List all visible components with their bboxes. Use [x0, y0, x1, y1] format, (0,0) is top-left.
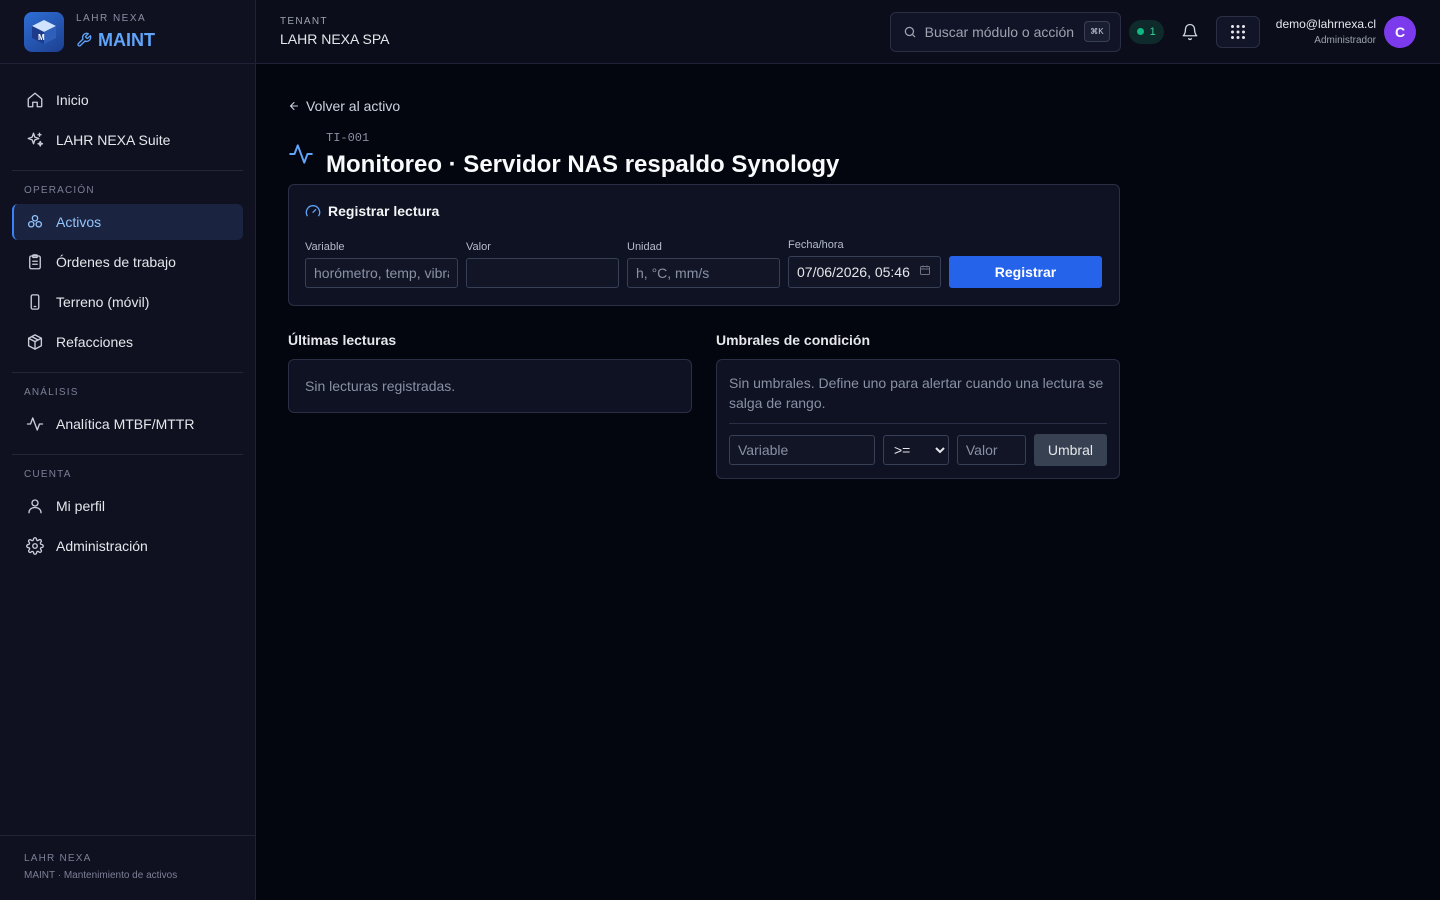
sidebar-footer: LAHR NEXA MAINT · Mantenimiento de activ…: [0, 835, 255, 900]
wrench-icon: [77, 32, 92, 47]
user-icon: [28, 499, 42, 514]
footer-title: LAHR NEXA: [24, 853, 92, 864]
unit-label: Unidad: [627, 241, 662, 253]
sidebar-item-inicio[interactable]: Inicio: [12, 82, 243, 118]
brand-logo: M: [24, 11, 64, 52]
footer-subtitle: MAINT · Mantenimiento de activos: [24, 870, 178, 881]
section-title: Umbrales de condición: [716, 332, 871, 348]
tenant-info: TENANT LAHR NEXA SPA: [280, 16, 389, 47]
sidebar-item-label: LAHR NEXA Suite: [56, 132, 171, 148]
sidebar-item-label: Refacciones: [56, 334, 134, 350]
status-badge[interactable]: 1: [1128, 19, 1164, 44]
asset-code: TI-001: [326, 131, 370, 145]
sidebar-item-activos[interactable]: Activos: [12, 204, 243, 240]
gauge-icon: [305, 205, 321, 217]
thresholds-card: Sin umbrales. Define uno para alertar cu…: [716, 359, 1120, 479]
divider: [729, 423, 1107, 424]
section-title: Últimas lecturas: [288, 332, 397, 348]
empty-message: Sin lecturas registradas.: [305, 378, 456, 394]
search-box[interactable]: Buscar módulo o acción ⌘K: [889, 11, 1121, 52]
unit-input[interactable]: [627, 258, 780, 288]
page-header: TI-001 Monitoreo · Servidor NAS respaldo…: [288, 131, 1120, 179]
register-reading-card: Registrar lectura Variable Valor Unidad …: [288, 184, 1120, 306]
threshold-form: >= Umbral: [729, 434, 1107, 466]
variable-input[interactable]: [305, 258, 458, 288]
user-email: demo@lahrnexa.cl: [1275, 17, 1376, 31]
user-role: Administrador: [1314, 35, 1376, 46]
sidebar-item-label: Inicio: [56, 92, 89, 108]
user-menu[interactable]: demo@lahrnexa.cl Administrador C: [1275, 15, 1416, 48]
brand-name: MAINT: [98, 29, 155, 50]
divider: [12, 372, 243, 373]
divider: [12, 454, 243, 455]
status-count: 1: [1149, 25, 1156, 38]
tenant-name: LAHR NEXA SPA: [280, 31, 390, 47]
bell-icon: [1182, 23, 1198, 40]
section-title-cuenta: CUENTA: [24, 469, 72, 480]
assets-icon: [27, 214, 43, 228]
avatar[interactable]: C: [1384, 15, 1416, 48]
section-title-analisis: ANÁLISIS: [24, 387, 79, 398]
sidebar-item-administracion[interactable]: Administración: [12, 528, 243, 564]
sidebar-item-label: Mi perfil: [56, 498, 106, 514]
mobile-icon: [30, 294, 40, 310]
apps-button[interactable]: [1215, 15, 1260, 48]
sidebar-item-perfil[interactable]: Mi perfil: [12, 488, 243, 524]
search-placeholder: Buscar módulo o acción: [924, 23, 1075, 40]
divider: [12, 170, 243, 171]
brand[interactable]: M LAHR NEXA MAINT: [0, 0, 255, 64]
threshold-operator-select[interactable]: >=: [883, 435, 949, 465]
home-icon: [27, 92, 43, 108]
value-label: Valor: [466, 241, 491, 253]
sidebar-item-label: Analítica MTBF/MTTR: [56, 416, 195, 432]
datetime-label: Fecha/hora: [788, 239, 844, 251]
sidebar-item-terreno[interactable]: Terreno (móvil): [12, 284, 243, 320]
back-link[interactable]: Volver al activo: [288, 98, 1120, 114]
sparkles-icon: [27, 132, 44, 147]
sidebar-item-ordenes[interactable]: Órdenes de trabajo: [12, 244, 243, 280]
sidebar-item-label: Órdenes de trabajo: [56, 254, 176, 270]
search-icon: [904, 26, 915, 37]
register-button[interactable]: Registrar: [949, 256, 1102, 288]
sidebar: M LAHR NEXA MAINT Inicio LAHR NEXA Suite…: [0, 0, 256, 900]
section-title-operacion: OPERACIÓN: [24, 185, 95, 196]
threshold-variable-input[interactable]: [729, 435, 875, 465]
main-content: Volver al activo TI-001 Monitoreo · Serv…: [288, 64, 1120, 479]
sidebar-item-label: Activos: [56, 214, 102, 230]
sidebar-nav: Inicio LAHR NEXA Suite OPERACIÓN Activos…: [0, 64, 255, 564]
gear-icon: [26, 537, 44, 555]
readings-empty-card: Sin lecturas registradas.: [288, 359, 692, 413]
sidebar-item-suite[interactable]: LAHR NEXA Suite: [12, 122, 243, 158]
brand-top-label: LAHR NEXA: [76, 12, 147, 24]
calendar-icon[interactable]: [919, 264, 931, 276]
search-shortcut: ⌘K: [1084, 21, 1110, 42]
package-icon: [27, 334, 43, 350]
sidebar-item-label: Administración: [56, 538, 148, 554]
notifications-button[interactable]: [1170, 12, 1210, 52]
threshold-value-input[interactable]: [956, 435, 1026, 465]
sidebar-item-refacciones[interactable]: Refacciones: [12, 324, 243, 360]
latest-readings-section: Últimas lecturas Sin lecturas registrada…: [288, 332, 692, 479]
card-title: Registrar lectura: [328, 203, 440, 219]
back-label: Volver al activo: [306, 98, 401, 114]
add-threshold-button[interactable]: Umbral: [1033, 434, 1107, 466]
reading-form: Variable Valor Unidad Fecha/hora Registr…: [305, 239, 1103, 288]
thresholds-section: Umbrales de condición Sin umbrales. Defi…: [716, 332, 1120, 479]
topbar: TENANT LAHR NEXA SPA Buscar módulo o acc…: [256, 0, 1440, 64]
activity-icon: [289, 144, 313, 164]
arrow-left-icon: [289, 101, 299, 111]
grid-icon: [1230, 24, 1245, 39]
empty-message: Sin umbrales. Define uno para alertar cu…: [729, 375, 1104, 411]
sidebar-item-analitica[interactable]: Analítica MTBF/MTTR: [12, 406, 243, 442]
tenant-label: TENANT: [280, 16, 328, 27]
variable-label: Variable: [305, 241, 345, 253]
svg-text:M: M: [38, 33, 45, 42]
sidebar-item-label: Terreno (móvil): [56, 294, 150, 310]
activity-icon: [26, 417, 44, 431]
page-title: Monitoreo · Servidor NAS respaldo Synolo…: [326, 151, 840, 178]
value-input[interactable]: [466, 258, 619, 288]
status-dot: [1136, 28, 1144, 35]
clipboard-icon: [29, 254, 41, 270]
